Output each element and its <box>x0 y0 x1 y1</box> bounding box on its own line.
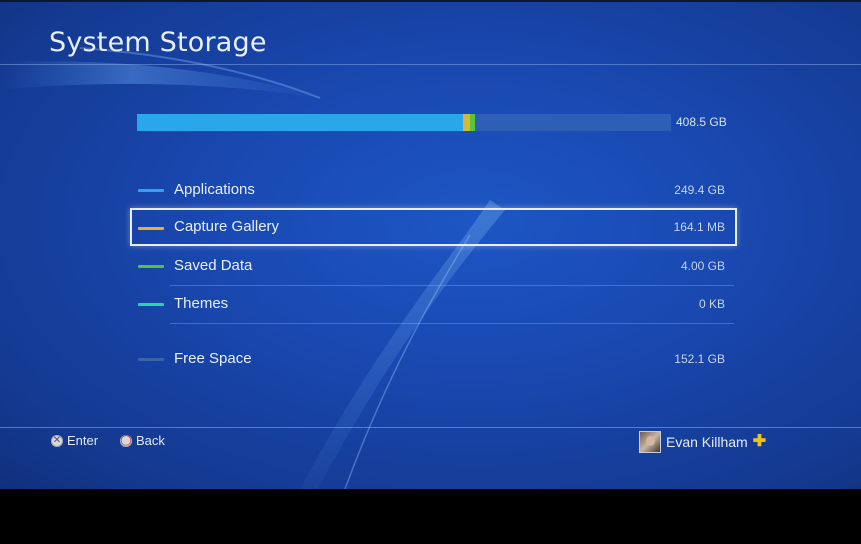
capture-gallery-color-swatch <box>138 227 164 230</box>
category-row-themes[interactable]: Themes 0 KB <box>130 285 737 324</box>
playstation-plus-icon: ✚ <box>752 433 767 450</box>
category-size: 0 KB <box>698 297 725 311</box>
title-divider <box>0 64 861 65</box>
footer-divider <box>0 427 861 428</box>
cross-button-icon: ✕ <box>51 434 63 447</box>
row-divider <box>170 323 734 324</box>
category-size: 164.1 MB <box>673 220 725 234</box>
category-size: 152.1 GB <box>674 352 725 366</box>
category-label: Capture Gallery <box>174 218 280 235</box>
enter-hint[interactable]: ✕ Enter <box>51 433 98 448</box>
bar-segment-applications <box>137 114 463 131</box>
category-row-applications[interactable]: Applications 249.4 GB <box>130 171 737 209</box>
applications-color-swatch <box>138 189 164 192</box>
category-label: Applications <box>174 181 255 198</box>
themes-color-swatch <box>138 303 164 306</box>
category-label: Free Space <box>174 350 252 367</box>
storage-usage-bar <box>137 114 671 131</box>
category-size: 249.4 GB <box>674 183 725 197</box>
storage-screen: System Storage 408.5 GB Applications 249… <box>0 0 861 489</box>
category-row-capture-gallery[interactable]: Capture Gallery 164.1 MB <box>130 208 737 246</box>
bar-segment-saved-data-2 <box>470 114 475 131</box>
back-label: Back <box>136 433 165 448</box>
category-row-free-space[interactable]: Free Space 152.1 GB <box>130 340 737 378</box>
enter-label: Enter <box>67 433 99 448</box>
user-profile: Evan Killham ✚ <box>639 431 766 453</box>
saved-data-color-swatch <box>138 265 164 268</box>
free-space-color-swatch <box>138 358 164 361</box>
category-label: Saved Data <box>174 257 253 274</box>
category-size: 4.00 GB <box>680 259 725 273</box>
avatar <box>639 431 661 453</box>
total-storage-label: 408.5 GB <box>676 115 727 129</box>
page-title: System Storage <box>49 27 267 58</box>
category-row-saved-data[interactable]: Saved Data 4.00 GB <box>130 247 737 286</box>
category-label: Themes <box>174 295 229 312</box>
username: Evan Killham <box>666 434 748 450</box>
back-hint[interactable]: ◯ Back <box>120 433 165 448</box>
circle-button-icon: ◯ <box>120 434 132 447</box>
